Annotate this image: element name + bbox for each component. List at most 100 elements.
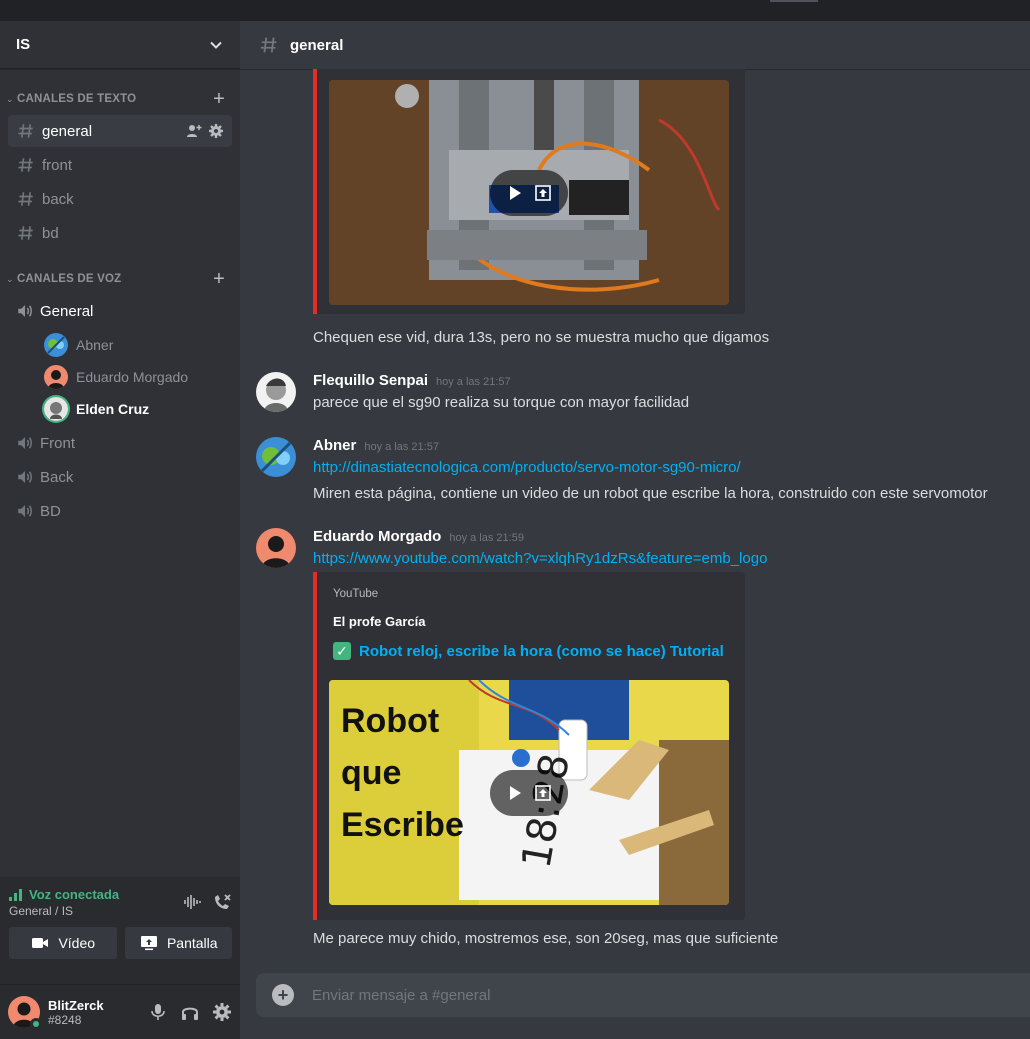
channel-label: general [42, 122, 93, 140]
noise-suppression-icon[interactable] [182, 892, 202, 912]
avatar [44, 397, 68, 421]
voice-status[interactable]: Voz conectada [9, 887, 172, 902]
video-button[interactable]: Vídeo [9, 927, 117, 959]
guild-name: IS [16, 36, 31, 53]
channel-front[interactable]: front [8, 149, 232, 181]
hash-icon [18, 158, 33, 172]
video-button-label: Vídeo [58, 935, 96, 951]
add-channel-icon[interactable]: + [210, 269, 228, 289]
guild-header[interactable]: IS [0, 21, 240, 69]
message-timestamp: hoy a las 21:57 [436, 376, 511, 388]
checkmark-icon: ✓ [333, 642, 351, 660]
message-header: Flequillo Senpai hoy a las 21:57 [313, 372, 511, 389]
message-author[interactable]: Eduardo Morgado [313, 528, 441, 545]
avatar[interactable] [256, 437, 296, 477]
hash-icon [18, 192, 33, 206]
channel-label: Front [40, 434, 76, 452]
message-text: Chequen ese vid, dura 13s, pero no se mu… [313, 329, 770, 346]
hash-icon [18, 226, 33, 240]
channel-bd[interactable]: bd [8, 217, 232, 249]
embed-provider: YouTube [333, 588, 379, 600]
speaker-icon [18, 437, 32, 449]
voice-user-eduardo-morgado[interactable]: Eduardo Morgado [0, 361, 240, 393]
signal-bars-icon [9, 888, 22, 901]
open-external-icon[interactable] [534, 784, 552, 802]
chevron-down-icon [210, 41, 222, 49]
avatar[interactable] [256, 528, 296, 568]
chat-area: general Chequen ese vid, dura 13s, pero … [240, 21, 1030, 1039]
speaker-icon [18, 505, 32, 517]
channel-label: General [40, 302, 94, 320]
play-icon[interactable] [506, 184, 524, 202]
channel-general[interactable]: general [8, 115, 232, 147]
gear-icon[interactable] [208, 123, 224, 139]
channel-back[interactable]: back [8, 183, 232, 215]
caret-down-icon: ⌄ [6, 273, 14, 284]
headphones-icon[interactable] [180, 1002, 200, 1022]
voice-user-elden-cruz[interactable]: Elden Cruz [0, 393, 240, 425]
channel-label: front [42, 156, 73, 174]
gear-icon[interactable] [212, 1002, 232, 1022]
category-text-channels[interactable]: ⌄ CANALES DE TEXTO + [0, 85, 240, 113]
disconnect-call-icon[interactable] [212, 892, 232, 912]
embed-title[interactable]: ✓ Robot reloj, escribe la hora (como se … [333, 642, 724, 660]
thumbnail-word-1: Robot [341, 702, 439, 740]
category-label: CANALES DE VOZ [17, 273, 122, 285]
message-text: parece que el sg90 realiza su torque con… [313, 394, 690, 411]
voice-connected-panel: Voz conectada General / IS Vídeo Pantall… [0, 877, 240, 985]
channel-label: Back [40, 468, 74, 486]
screen-share-button[interactable]: Pantalla [124, 927, 232, 959]
user-tag: #8248 [48, 1012, 82, 1027]
message-list[interactable]: Chequen ese vid, dura 13s, pero no se mu… [240, 69, 1030, 969]
channel-label: back [42, 190, 74, 208]
avatar[interactable] [8, 996, 42, 1030]
speaker-icon [18, 471, 32, 483]
username: BlitZerck [48, 997, 104, 1013]
voice-channel-bd[interactable]: BD [8, 495, 232, 527]
online-status-dot [30, 1018, 42, 1030]
avatar[interactable] [256, 372, 296, 412]
play-controls[interactable] [490, 170, 568, 216]
composer-placeholder: Enviar mensaje a #general [312, 986, 491, 1004]
hash-icon [18, 124, 33, 138]
window-top-strip [0, 0, 1030, 21]
video-thumbnail[interactable] [329, 80, 729, 305]
message-header: Abner hoy a las 21:57 [313, 437, 439, 454]
message-composer[interactable]: + Enviar mensaje a #general [256, 973, 1030, 1017]
voice-user-name: Elden Cruz [76, 401, 150, 417]
voice-channel-front[interactable]: Front [8, 427, 232, 459]
message-link[interactable]: http://dinastiatecnologica.com/producto/… [313, 459, 741, 476]
thumbnail-word-3: Escribe [341, 806, 464, 844]
avatar [44, 365, 68, 389]
embed-author[interactable]: El profe García [333, 614, 425, 629]
message-header: Eduardo Morgado hoy a las 21:59 [313, 528, 524, 545]
upload-plus-icon[interactable]: + [272, 984, 294, 1006]
microphone-icon[interactable] [148, 1002, 168, 1022]
message-link[interactable]: https://www.youtube.com/watch?v=xlqhRy1d… [313, 550, 767, 567]
message-author[interactable]: Flequillo Senpai [313, 372, 428, 389]
voice-user-name: Abner [76, 337, 114, 353]
avatar [44, 333, 68, 357]
message-author[interactable]: Abner [313, 437, 356, 454]
thumbnail-word-2: que [341, 754, 401, 792]
category-voice-channels[interactable]: ⌄ CANALES DE VOZ + [0, 265, 240, 293]
open-external-icon[interactable] [534, 184, 552, 202]
top-strip-indicator [770, 0, 818, 2]
youtube-embed: YouTube El profe García ✓ Robot reloj, e… [313, 572, 745, 920]
channel-label: BD [40, 502, 61, 520]
voice-channel-general[interactable]: General [8, 295, 232, 327]
video-thumbnail[interactable]: 18:28 Robot que Escribe [329, 680, 729, 905]
invite-user-icon[interactable] [186, 123, 202, 139]
voice-user-abner[interactable]: Abner [0, 329, 240, 361]
channel-title: general [290, 36, 344, 54]
add-channel-icon[interactable]: + [210, 89, 228, 109]
play-controls[interactable] [490, 770, 568, 816]
caret-down-icon: ⌄ [6, 93, 14, 104]
message-timestamp: hoy a las 21:59 [449, 532, 524, 544]
voice-location[interactable]: General / IS [9, 904, 172, 918]
voice-status-label: Voz conectada [29, 887, 120, 902]
screen-share-label: Pantalla [166, 935, 218, 951]
voice-channel-back[interactable]: Back [8, 461, 232, 493]
play-icon[interactable] [506, 784, 524, 802]
camera-icon [32, 938, 49, 948]
